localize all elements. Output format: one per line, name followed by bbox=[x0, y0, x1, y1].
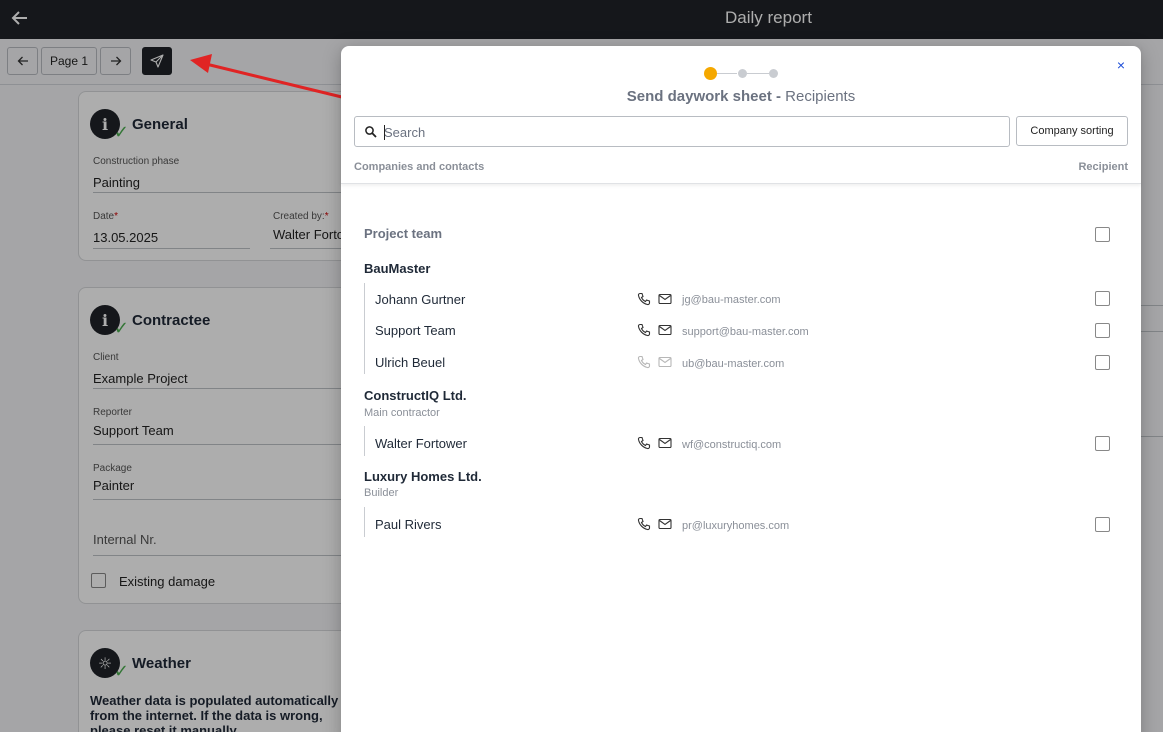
recipient-checkbox[interactable] bbox=[1095, 323, 1110, 338]
step-3-dot bbox=[769, 69, 778, 78]
contact-name: Paul Rivers bbox=[375, 517, 442, 532]
recipient-checkbox[interactable] bbox=[1095, 436, 1110, 451]
mail-icon[interactable] bbox=[658, 292, 672, 306]
search-icon bbox=[365, 126, 377, 138]
contact-email: support@bau-master.com bbox=[682, 326, 809, 338]
dialog-header: Send daywork sheet - Recipients × Compan… bbox=[341, 46, 1141, 184]
contact-email: wf@constructiq.com bbox=[682, 439, 782, 451]
send-daywork-dialog: Send daywork sheet - Recipients × Compan… bbox=[341, 46, 1141, 732]
recipient-checkbox[interactable] bbox=[1095, 355, 1110, 370]
contact-email: jg@bau-master.com bbox=[682, 294, 781, 306]
contact-name: Johann Gurtner bbox=[375, 292, 466, 307]
recipient-checkbox[interactable] bbox=[1095, 517, 1110, 532]
phone-icon bbox=[637, 355, 651, 369]
close-icon[interactable]: × bbox=[1114, 58, 1128, 72]
recipient-checkbox[interactable] bbox=[1095, 291, 1110, 306]
mail-icon[interactable] bbox=[658, 323, 672, 337]
step-1-dot bbox=[704, 67, 717, 80]
contact-name: Ulrich Beuel bbox=[375, 355, 446, 370]
company-name: ConstructIQ Ltd. bbox=[364, 388, 467, 403]
group-bar bbox=[364, 507, 365, 537]
search-box[interactable] bbox=[354, 116, 1010, 147]
company-name: BauMaster bbox=[364, 261, 431, 276]
recipient-list: Project team BauMaster Johann Gurtner jg… bbox=[341, 184, 1141, 732]
mail-icon[interactable] bbox=[658, 355, 672, 369]
text-cursor bbox=[384, 125, 385, 140]
group-bar bbox=[364, 426, 365, 456]
companies-column-header: Companies and contacts bbox=[354, 161, 485, 173]
step-connector bbox=[717, 73, 737, 74]
mail-icon[interactable] bbox=[658, 436, 672, 450]
group-bar bbox=[364, 283, 365, 374]
search-input[interactable] bbox=[384, 122, 984, 142]
company-role: Builder bbox=[364, 487, 399, 499]
phone-icon[interactable] bbox=[637, 323, 651, 337]
mail-icon[interactable] bbox=[658, 517, 672, 531]
project-team-label: Project team bbox=[364, 226, 443, 241]
dialog-title: Send daywork sheet - Recipients bbox=[626, 88, 856, 105]
phone-icon[interactable] bbox=[637, 436, 651, 450]
step-connector bbox=[747, 73, 769, 74]
phone-icon[interactable] bbox=[637, 517, 651, 531]
contact-email: pr@luxuryhomes.com bbox=[682, 520, 790, 532]
contact-name: Walter Fortower bbox=[375, 436, 467, 451]
recipient-column-header: Recipient bbox=[1078, 161, 1128, 173]
phone-icon[interactable] bbox=[637, 292, 651, 306]
step-2-dot bbox=[738, 69, 747, 78]
step-indicator bbox=[704, 66, 780, 80]
company-sorting-button[interactable]: Company sorting bbox=[1016, 116, 1128, 146]
contact-name: Support Team bbox=[375, 323, 456, 338]
contact-email: ub@bau-master.com bbox=[682, 358, 785, 370]
company-role: Main contractor bbox=[364, 407, 440, 419]
company-name: Luxury Homes Ltd. bbox=[364, 469, 482, 484]
project-team-checkbox[interactable] bbox=[1095, 227, 1110, 242]
